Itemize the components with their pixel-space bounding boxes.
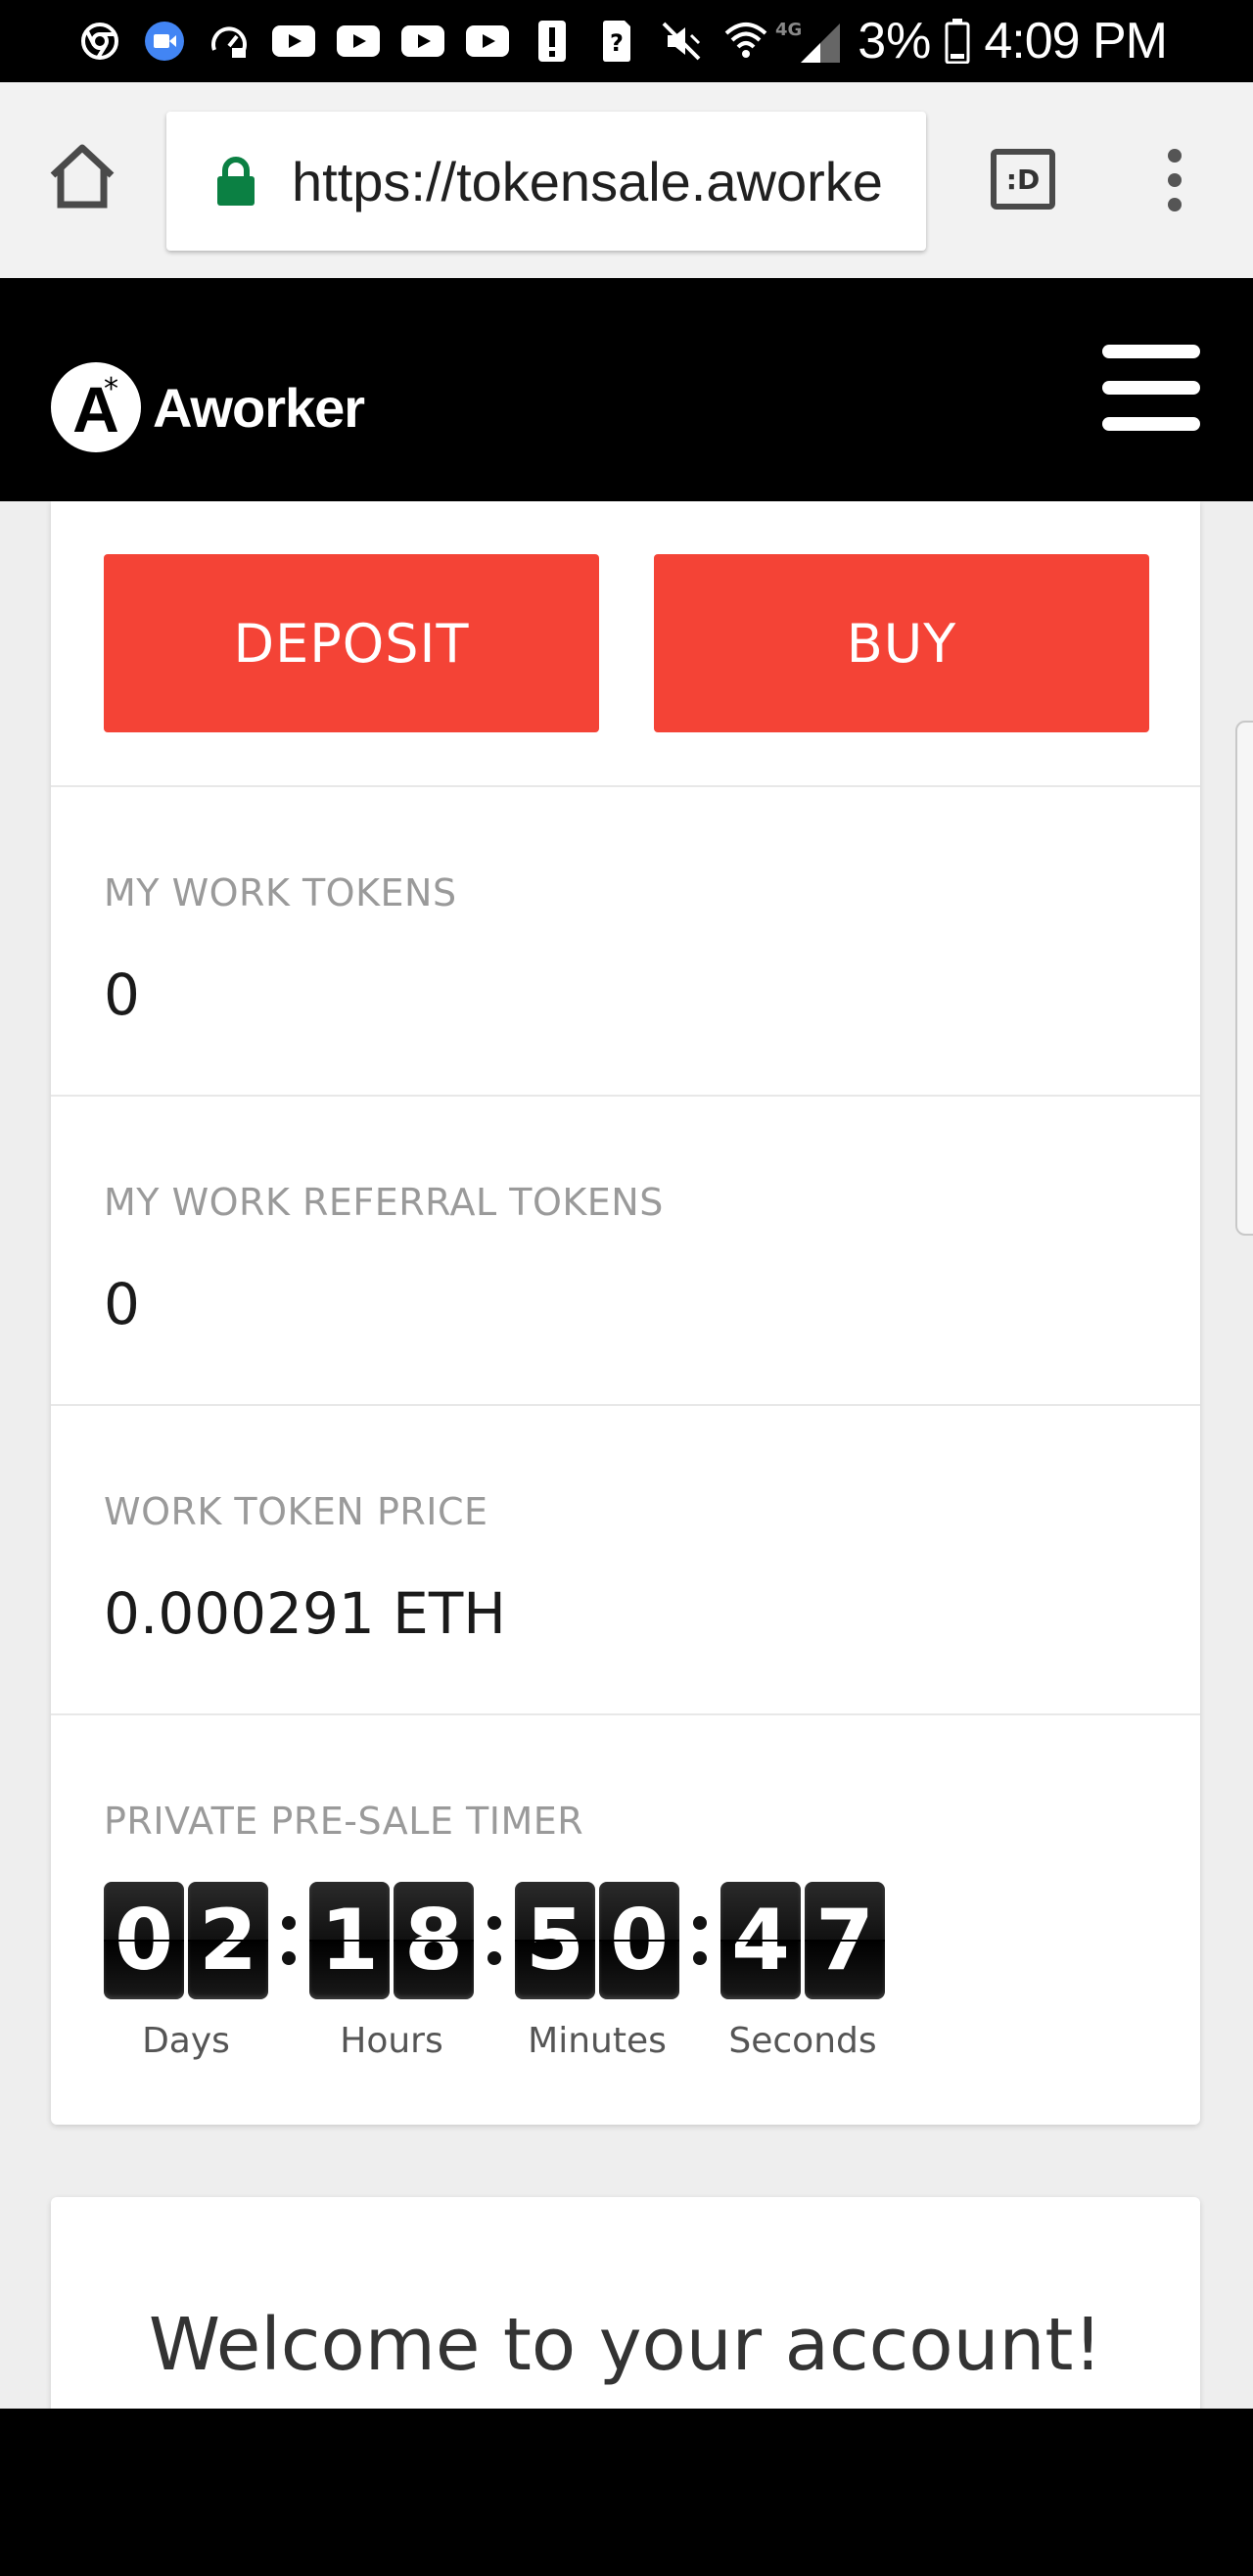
timer-digit: 5 (515, 1882, 595, 1999)
timer-digit: 7 (805, 1882, 885, 1999)
timer-digit: 1 (309, 1882, 390, 1999)
timer-unit-label: Days (142, 2021, 230, 2061)
signal-icon: 4G (775, 20, 841, 63)
timer-digit: 4 (720, 1882, 801, 1999)
stat-label-referral-tokens: MY WORK REFERRAL TOKENS (104, 1181, 664, 1224)
logo-mark: A * (51, 362, 141, 452)
timer-unit-label: Minutes (528, 2021, 667, 2061)
tab-switcher-button[interactable]: :D (991, 149, 1055, 210)
duo-icon (143, 20, 186, 63)
timer-unit-label: Hours (340, 2021, 443, 2061)
site-header: A * Aworker (0, 278, 1253, 501)
divider (51, 785, 1200, 787)
timer-digit: 0 (599, 1882, 679, 1999)
welcome-card: Welcome to your account! (51, 2197, 1200, 2409)
timer-separator (268, 1882, 309, 1999)
battery-percent: 3% (858, 13, 932, 70)
account-card: DEPOSIT BUY MY WORK TOKENS 0 MY WORK REF… (51, 501, 1200, 2125)
timer-minutes: 5 0 Minutes (515, 1882, 679, 2061)
youtube-icon (466, 20, 509, 63)
stat-value-referral-tokens: 0 (104, 1271, 140, 1337)
svg-text:?: ? (610, 29, 624, 57)
browser-toolbar: https://tokensale.aworke :D (0, 82, 1253, 278)
timer-separator (474, 1882, 515, 1999)
side-panel-handle[interactable] (1235, 721, 1253, 1236)
countdown-timer: 0 2 Days 1 8 Hours 5 0 Minutes 4 7 Secon… (104, 1882, 885, 2061)
buy-button[interactable]: BUY (654, 554, 1149, 732)
menu-bar-icon (1102, 345, 1200, 358)
divider (51, 1404, 1200, 1406)
alert-icon (531, 20, 574, 63)
youtube-icon (272, 20, 315, 63)
notification-icons: ? (78, 18, 767, 65)
stat-value-token-price: 0.000291 ETH (104, 1580, 506, 1647)
more-menu-button[interactable] (1155, 149, 1194, 211)
timer-digit: 2 (188, 1882, 268, 1999)
brand-name: Aworker (153, 376, 365, 439)
youtube-icon (401, 20, 444, 63)
welcome-heading: Welcome to your account! (148, 2303, 1103, 2387)
timer-days: 0 2 Days (104, 1882, 268, 2061)
dot-icon (1168, 198, 1182, 211)
youtube-icon (337, 20, 380, 63)
page-viewport[interactable]: A * Aworker DEPOSIT BUY MY WORK TOKENS 0… (0, 278, 1253, 2409)
speedometer-icon (208, 20, 251, 63)
hamburger-menu-button[interactable] (1102, 345, 1200, 431)
wifi-icon (724, 20, 767, 63)
home-icon (50, 144, 115, 209)
home-button[interactable] (43, 137, 121, 215)
timer-separator (679, 1882, 720, 1999)
divider (51, 1713, 1200, 1715)
timer-unit-label: Seconds (728, 2021, 877, 2061)
timer-digit: 8 (394, 1882, 474, 1999)
timer-label: PRIVATE PRE-SALE TIMER (104, 1800, 584, 1843)
address-bar[interactable]: https://tokensale.aworke (166, 112, 926, 251)
stat-value-work-tokens: 0 (104, 961, 140, 1028)
dot-icon (1168, 149, 1182, 163)
dot-icon (1168, 173, 1182, 187)
menu-bar-icon (1102, 417, 1200, 431)
brand-logo[interactable]: A * Aworker (51, 362, 365, 452)
deposit-button[interactable]: DEPOSIT (104, 554, 599, 732)
stat-label-work-tokens: MY WORK TOKENS (104, 871, 457, 914)
menu-bar-icon (1102, 381, 1200, 395)
battery-icon (945, 19, 970, 64)
divider (51, 1095, 1200, 1097)
timer-digit: 0 (104, 1882, 184, 1999)
timer-seconds: 4 7 Seconds (720, 1882, 885, 2061)
chrome-icon (78, 20, 121, 63)
logo-star: * (104, 372, 118, 406)
clock: 4:09 PM (984, 13, 1168, 70)
mute-vibrate-icon (660, 20, 703, 63)
status-right: 4G 3% 4:09 PM (775, 10, 1168, 72)
network-type: 4G (775, 20, 802, 40)
system-navigation-bar (0, 2409, 1253, 2576)
url-text[interactable]: https://tokensale.aworke (292, 143, 918, 221)
stat-label-token-price: WORK TOKEN PRICE (104, 1490, 488, 1533)
unknown-sim-icon: ? (595, 20, 638, 63)
timer-hours: 1 8 Hours (309, 1882, 474, 2061)
lock-icon (217, 157, 255, 206)
status-bar: ? 4G 3% 4:09 PM (0, 0, 1253, 82)
